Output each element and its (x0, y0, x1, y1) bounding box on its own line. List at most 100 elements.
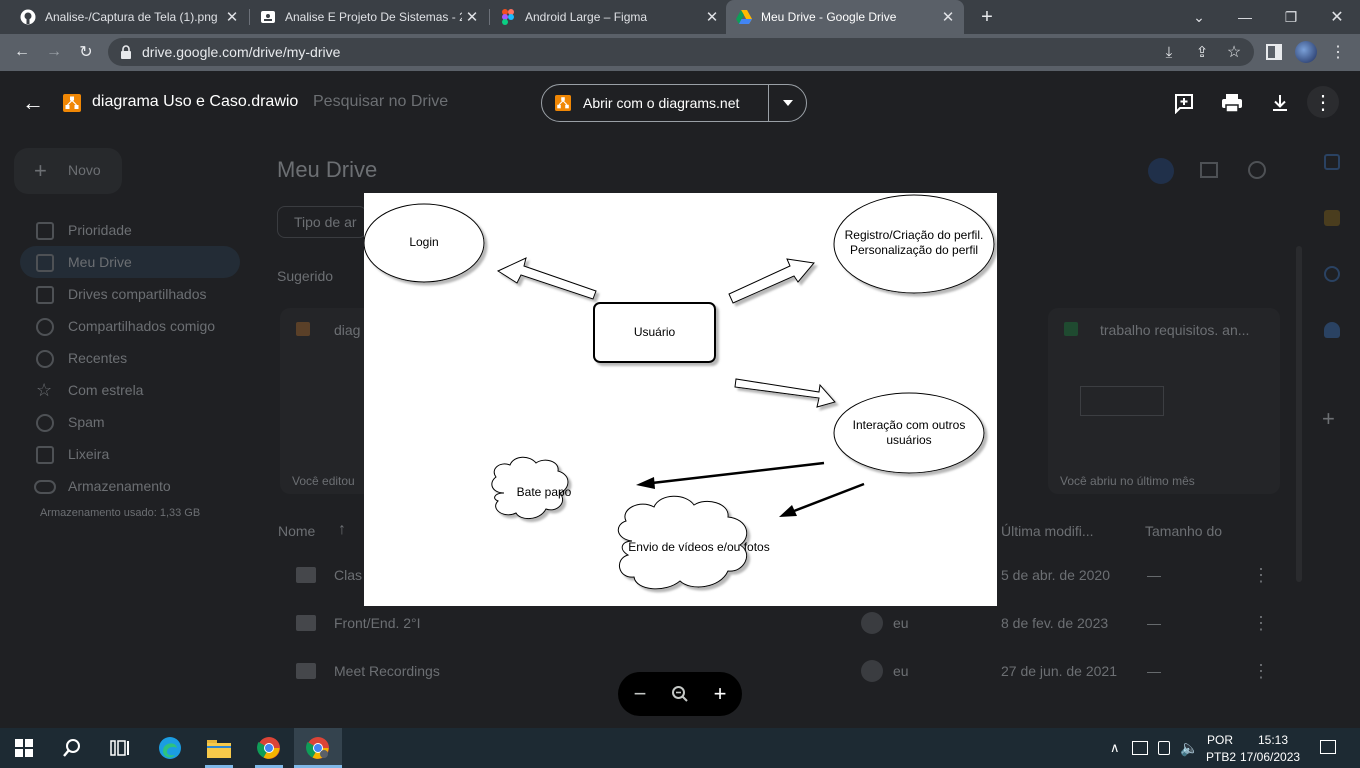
sidebar-item-shared-with-me[interactable] (36, 318, 54, 336)
zoom-reset-icon[interactable] (660, 672, 700, 716)
tab-github[interactable]: Analise-/Captura de Tela (1).png ✕ (10, 0, 248, 34)
meet-now-icon[interactable] (1158, 741, 1170, 755)
more-icon[interactable]: ⋮ (1252, 613, 1270, 634)
close-icon[interactable]: ✕ (938, 8, 958, 26)
keep-icon[interactable] (1324, 210, 1340, 226)
input-layout[interactable]: PTB2 (1206, 750, 1236, 764)
bookmark-star-icon[interactable]: ☆ (1222, 40, 1246, 64)
download-icon[interactable] (1267, 90, 1293, 116)
sidebar-item-spam[interactable] (36, 414, 54, 432)
add-addon-icon[interactable]: + (1322, 406, 1335, 432)
my-drive-icon (36, 254, 54, 272)
input-language[interactable]: POR (1207, 733, 1233, 747)
more-actions-icon[interactable]: ⋮ (1307, 86, 1339, 118)
file-explorer-icon[interactable] (195, 728, 243, 768)
suggested-card-note: Você abriu no último mês (1060, 474, 1195, 488)
network-icon[interactable] (1132, 741, 1148, 755)
edge-icon[interactable] (146, 728, 194, 768)
column-header-size[interactable]: Tamanho do (1145, 523, 1222, 539)
clock-date[interactable]: 17/06/2023 (1240, 750, 1300, 764)
profile-avatar[interactable] (1295, 41, 1317, 63)
back-icon[interactable]: ← (10, 40, 34, 64)
tab-figma[interactable]: Android Large – Figma ✕ (490, 0, 728, 34)
sidebar-item-label: Recentes (68, 350, 128, 366)
drive-icon (736, 9, 752, 25)
column-header-modified[interactable]: Última modifi... (1001, 523, 1094, 539)
clock-time[interactable]: 15:13 (1258, 733, 1288, 747)
tab-classroom[interactable]: Analise E Projeto De Sistemas - 2º ✕ (250, 0, 488, 34)
more-icon[interactable]: ⋮ (1252, 661, 1270, 682)
row-name[interactable]: Meet Recordings (334, 663, 440, 679)
close-icon[interactable]: ✕ (222, 8, 242, 26)
login-label: Login (409, 235, 439, 249)
sidebar-item-recent[interactable] (36, 350, 54, 368)
windows-start-icon[interactable] (0, 728, 48, 768)
window-close-icon[interactable]: ✕ (1314, 0, 1360, 34)
sidebar-item-my-drive[interactable] (36, 254, 54, 272)
notifications-icon[interactable] (1320, 740, 1336, 754)
tab-drive-active[interactable]: Meu Drive - Google Drive ✕ (726, 0, 964, 34)
more-icon[interactable]: ⋮ (1252, 565, 1270, 586)
chrome-icon[interactable] (245, 728, 293, 768)
column-header-name[interactable]: Nome (278, 523, 315, 539)
suggested-card-title: diag (334, 322, 361, 338)
open-with-main[interactable]: Abrir com o diagrams.net (555, 84, 739, 122)
row-owner: eu (893, 615, 909, 631)
row-size: — (1147, 615, 1161, 631)
arrowhead-bate-papo (636, 477, 655, 489)
add-comment-icon[interactable] (1171, 90, 1197, 116)
star-icon[interactable]: ☆ (36, 380, 52, 401)
sidebar-item-priority[interactable] (36, 222, 54, 240)
minimize-icon[interactable]: — (1222, 0, 1268, 34)
lock-icon (120, 45, 132, 59)
search-icon[interactable] (48, 728, 96, 768)
tasks-icon[interactable] (1324, 266, 1340, 282)
file-thumbnail (1080, 386, 1164, 416)
grid-view-icon[interactable] (1200, 162, 1218, 178)
new-label: Novo (68, 162, 101, 178)
contacts-icon[interactable] (1324, 322, 1340, 338)
row-name[interactable]: Front/End. 2°I (334, 615, 421, 631)
sort-arrow-icon[interactable]: ↑ (338, 521, 346, 539)
trash-icon (36, 446, 54, 464)
chrome-profile-icon[interactable] (294, 728, 342, 768)
zoom-out-icon[interactable]: − (620, 672, 660, 716)
sidebar-item-storage[interactable] (34, 480, 56, 494)
info-icon[interactable] (1248, 161, 1266, 179)
close-icon[interactable]: ✕ (702, 8, 722, 26)
volume-icon[interactable]: 🔈 (1180, 739, 1199, 757)
back-arrow-icon[interactable]: ← (22, 90, 44, 116)
tab-search-icon[interactable]: ⌄ (1176, 0, 1222, 34)
url-text: drive.google.com/drive/my-drive (142, 44, 341, 60)
row-name[interactable]: Clas (334, 567, 362, 583)
drawio-icon (63, 94, 81, 112)
print-icon[interactable] (1219, 90, 1245, 116)
sidebar-item-label: Drives compartilhados (68, 286, 207, 302)
clock-icon (36, 350, 54, 368)
close-icon[interactable]: ✕ (462, 8, 482, 26)
forward-icon[interactable]: → (42, 40, 66, 64)
menu-kebab-icon[interactable]: ⋮ (1326, 40, 1350, 64)
sidebar-item-shared-drives[interactable] (36, 286, 54, 304)
suggested-card-note: Você editou (292, 474, 355, 488)
show-hidden-icons-icon[interactable]: ∧ (1110, 740, 1120, 756)
filter-icon[interactable] (1148, 158, 1174, 184)
reload-icon[interactable]: ↻ (74, 40, 98, 64)
task-view-icon[interactable] (96, 728, 144, 768)
restore-icon[interactable]: ❐ (1268, 0, 1314, 34)
install-icon[interactable]: ⤓ (1157, 40, 1181, 64)
open-with-dropdown[interactable] (770, 84, 806, 122)
calendar-icon[interactable] (1324, 154, 1340, 170)
arrow-to-interacao (734, 378, 836, 408)
priority-icon (36, 222, 54, 240)
search-input[interactable]: Pesquisar no Drive (313, 93, 448, 111)
sidebar-item-trash[interactable] (36, 446, 54, 464)
side-panel-icon[interactable] (1262, 40, 1286, 64)
scrollbar[interactable] (1296, 246, 1302, 582)
shared-drives-icon (36, 286, 54, 304)
folder-icon (296, 663, 316, 679)
zoom-in-icon[interactable]: + (700, 672, 740, 716)
storage-used-text: Armazenamento usado: 1,33 GB (40, 507, 201, 519)
share-icon[interactable]: ⇪ (1190, 40, 1214, 64)
new-tab-icon[interactable]: + (976, 6, 998, 28)
